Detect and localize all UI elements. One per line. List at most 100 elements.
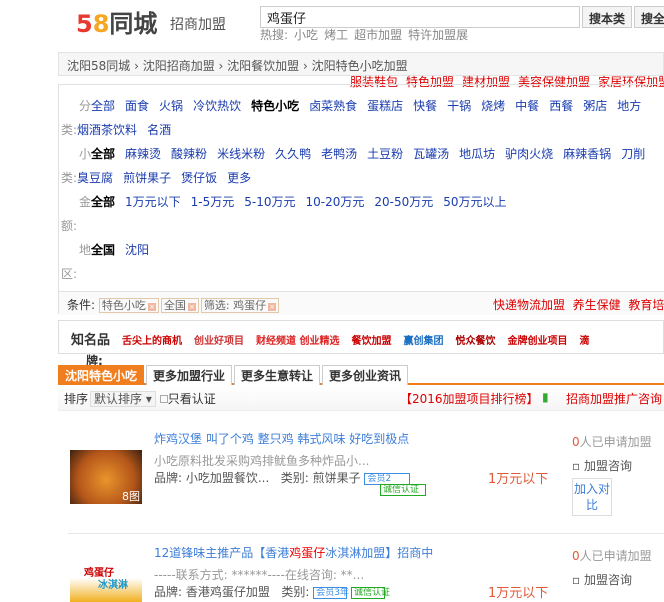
filter-option[interactable]: 快餐 (413, 99, 437, 113)
filter-option[interactable]: 瓦罐汤 (413, 147, 449, 161)
filter-option[interactable]: 煲仔饭 (181, 171, 217, 185)
brand-logo[interactable]: 舌尖上的商机 (122, 332, 182, 347)
close-icon[interactable]: × (187, 303, 196, 311)
filter-option[interactable]: 酸辣粉 (171, 147, 207, 161)
listing-title[interactable]: 12道锋味主推产品【香港鸡蛋仔冰淇淋加盟】招商中 (154, 544, 433, 561)
filter-option[interactable]: 5-10万元 (244, 195, 295, 209)
filter-option[interactable]: 地瓜坊 (459, 147, 495, 161)
consult-button[interactable]: ▫ 加盟咨询 (572, 459, 632, 473)
close-icon[interactable]: × (147, 303, 156, 311)
brand-logo[interactable]: 赢创集团 (404, 332, 444, 347)
listing-title[interactable]: 炸鸡汉堡 叫了个鸡 整只鸡 韩式风味 好吃到极点 (154, 430, 409, 447)
listing-desc: -----联系方式: ******----在线咨询: **... (154, 568, 365, 582)
filter-option[interactable]: 名酒 (147, 123, 171, 137)
tab-business-transfer[interactable]: 更多生意转让 (234, 365, 321, 385)
filter-option[interactable]: 沈阳 (125, 243, 149, 257)
brand-logo[interactable]: 创业好项目 (194, 332, 244, 347)
filter-option-selected[interactable]: 全部 (91, 195, 115, 209)
breadcrumb-link[interactable]: 沈阳餐饮加盟 (227, 59, 299, 73)
list-item: 鸡蛋仔 冰淇淋 12道锋味主推产品【香港鸡蛋仔冰淇淋加盟】招商中 -----联系方… (68, 534, 664, 602)
filter-amount: 金全部 1万元以下 1-5万元 5-10万元 10-20万元 20-50万元 50万元以上 (79, 195, 507, 209)
listing-image[interactable]: 8图 (70, 450, 142, 504)
listing-price: 1万元以下 (488, 472, 549, 487)
consult-button[interactable]: ▫ 加盟咨询 (572, 573, 632, 587)
filter-option-selected[interactable]: 全部 (91, 147, 115, 161)
filter-option[interactable]: 1-5万元 (191, 195, 235, 209)
hot-link[interactable]: 小吃 (294, 28, 318, 42)
promo-link[interactable]: 教育培 (628, 298, 664, 312)
condition-tag[interactable]: 筛选: 鸡蛋仔 × (200, 298, 280, 313)
hot-link[interactable]: 超市加盟 (354, 28, 402, 42)
filter-option-selected[interactable]: 全国 (91, 243, 115, 257)
filter-option[interactable]: 1万元以下 (125, 195, 181, 209)
tab-local-snacks[interactable]: 沈阳特色小吃 (58, 365, 145, 385)
list-item: 8图 炸鸡汉堡 叫了个鸡 整只鸡 韩式风味 好吃到极点 小吃原料批发采购鸡排鱿鱼… (68, 420, 664, 534)
breadcrumb-link[interactable]: 沈阳特色小吃加盟 (312, 59, 408, 73)
filter-option[interactable]: 久久鸭 (275, 147, 311, 161)
section-title: 招商加盟 (170, 17, 226, 33)
filter-option[interactable]: 中餐 (515, 99, 539, 113)
filter-option[interactable]: 面食 (125, 99, 149, 113)
filter-option[interactable]: 地方 (617, 99, 641, 113)
promo-link[interactable]: 快递物流加盟 (493, 298, 565, 312)
listing-image[interactable]: 鸡蛋仔 冰淇淋 (70, 562, 142, 602)
sort-select[interactable]: 默认排序 ▾ (90, 391, 156, 407)
listing-price: 1万元以下 (488, 586, 549, 601)
search-category-button[interactable]: 搜本类 (582, 6, 633, 28)
verified-checkbox[interactable] (159, 395, 168, 403)
hot-link[interactable]: 烤工 (324, 28, 348, 42)
compare-button[interactable]: 加入对比 (572, 478, 612, 516)
close-icon[interactable]: × (268, 303, 277, 311)
filter-option[interactable]: 麻辣烫 (125, 147, 161, 161)
filter-option[interactable]: 煎饼果子 (123, 171, 171, 185)
condition-tag[interactable]: 全国 × (160, 298, 199, 313)
filter-option[interactable]: 西餐 (549, 99, 573, 113)
filter-option[interactable]: 10-20万元 (306, 195, 365, 209)
more-link[interactable]: 更多 (227, 171, 251, 185)
filter-option[interactable]: 刀削 (621, 147, 645, 161)
verified-badge: 诚信认证 (380, 484, 426, 496)
tab-bar: 沈阳特色小吃 更多加盟行业 更多生意转让 更多创业资讯 (58, 365, 664, 385)
tab-startup-news[interactable]: 更多创业资讯 (322, 365, 409, 385)
filter-option[interactable]: 50万元以上 (443, 195, 506, 209)
filter-option[interactable]: 火锅 (159, 99, 183, 113)
filter-option[interactable]: 米线米粉 (217, 147, 265, 161)
filter-option[interactable]: 20-50万元 (374, 195, 433, 209)
consult-link[interactable]: 招商加盟推广咨询 (566, 390, 662, 407)
filter-option[interactable]: 烟酒茶饮料 (77, 123, 137, 137)
filter-region: 地全国 沈阳 (79, 243, 150, 257)
filter-option[interactable]: 干锅 (447, 99, 471, 113)
brand-logo[interactable]: 悦众餐饮 (456, 332, 496, 347)
filter-option[interactable]: 土豆粉 (367, 147, 403, 161)
sort-bar: 排序 默认排序 ▾ 只看认证 【2016加盟项目排行榜】 ▮ 招商加盟推广咨询 (58, 387, 664, 411)
breadcrumb-link[interactable]: 沈阳58同城 (67, 59, 130, 73)
brand-logo[interactable]: 餐饮加盟 (352, 332, 392, 347)
filter-option-selected[interactable]: 特色小吃 (251, 99, 299, 113)
search-input[interactable] (260, 6, 580, 28)
promo-link[interactable]: 养生保健 (573, 298, 621, 312)
filter-option[interactable]: 卤菜熟食 (309, 99, 357, 113)
ranking-link[interactable]: 【2016加盟项目排行榜】 (400, 390, 539, 407)
filter-option[interactable]: 臭豆腐 (77, 171, 113, 185)
hot-link[interactable]: 特许加盟展 (408, 28, 468, 42)
condition-tag[interactable]: 特色小吃 × (98, 298, 159, 313)
filter-option[interactable]: 粥店 (583, 99, 607, 113)
brand-logo[interactable]: 金牌创业项目 (508, 332, 568, 347)
brand-logo[interactable]: 滴 (580, 332, 590, 347)
member-badge: 会员3年 (313, 586, 349, 599)
filter-option[interactable]: 全部 (91, 99, 115, 113)
filter-option[interactable]: 冷饮热饮 (193, 99, 241, 113)
filter-option[interactable]: 老鸭汤 (321, 147, 357, 161)
filter-option[interactable]: 烧烤 (481, 99, 505, 113)
brand-logo[interactable]: 财经频道 创业精选 (256, 332, 339, 347)
filter-panel: 分全部 面食 火锅 冷饮热饮 特色小吃 卤菜熟食 蛋糕店 快餐 干锅 烧烤 中餐 西餐 粥店 地方 类:烟… (58, 84, 664, 315)
site-logo[interactable]: 58同城 (76, 4, 157, 39)
chart-icon: ▮ (542, 390, 549, 404)
filter-option[interactable]: 驴肉火烧 (505, 147, 553, 161)
tab-more-industries[interactable]: 更多加盟行业 (146, 365, 233, 385)
filter-option[interactable]: 蛋糕店 (367, 99, 403, 113)
breadcrumb-link[interactable]: 沈阳招商加盟 (143, 59, 215, 73)
filter-option[interactable]: 麻辣香锅 (563, 147, 611, 161)
search-all-button[interactable]: 搜全 (634, 6, 664, 28)
filter-category: 分全部 面食 火锅 冷饮热饮 特色小吃 卤菜熟食 蛋糕店 快餐 干锅 烧烤 中餐 西餐 粥店 地方 (79, 99, 642, 113)
